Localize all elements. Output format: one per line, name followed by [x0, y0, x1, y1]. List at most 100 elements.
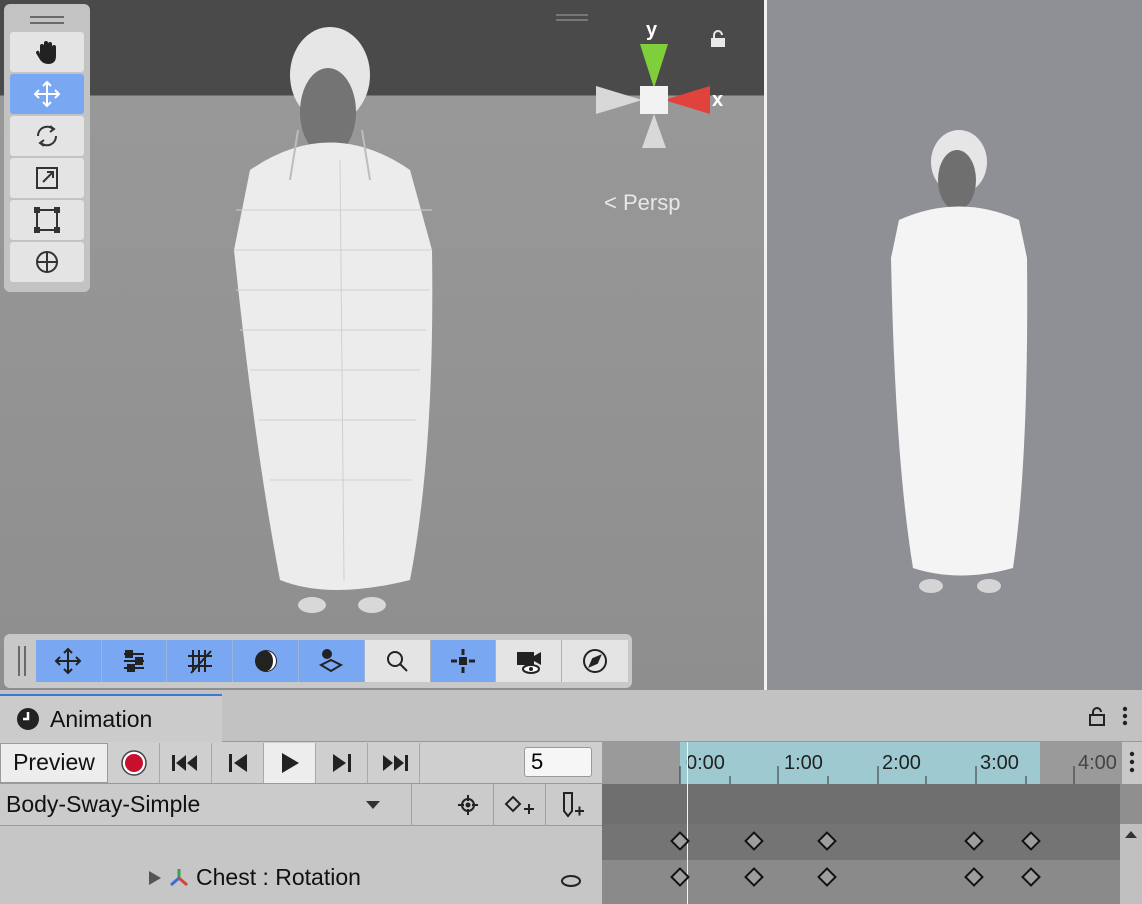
gizmo-x-cone[interactable] — [664, 86, 710, 114]
overlay-grip[interactable] — [8, 641, 36, 681]
curve-toggle-icon[interactable] — [560, 874, 582, 888]
frame-input[interactable]: 5 — [524, 747, 592, 777]
transform-tool-button[interactable] — [10, 242, 84, 282]
gizmo-neg-y-cone[interactable] — [642, 114, 666, 148]
preview-button[interactable]: Preview — [0, 742, 108, 783]
tab-tools — [1088, 706, 1128, 726]
clip-row: Body-Sway-Simple — [0, 783, 602, 826]
gizmo-neg-x-cone[interactable] — [596, 86, 642, 114]
kebab-menu-icon[interactable] — [1122, 706, 1128, 726]
property-label: Chest : Rotation — [196, 864, 361, 890]
hand-tool-button[interactable] — [10, 32, 84, 72]
rotate-tool-button[interactable] — [10, 116, 84, 156]
hand-icon — [35, 41, 56, 64]
scale-icon — [36, 167, 58, 189]
add-event-button[interactable] — [546, 784, 598, 826]
scene-view[interactable]: y x < Persp — [0, 0, 764, 690]
property-list: Chest : Rotation — [0, 826, 602, 904]
last-keyframe-button[interactable] — [368, 742, 420, 783]
play-icon — [281, 752, 299, 773]
filter-by-selection-button[interactable] — [442, 783, 494, 826]
tab-bar: Animation — [0, 690, 1142, 742]
shading-icon — [254, 650, 277, 672]
ruler-label-0: 0:00 — [686, 752, 725, 774]
transform-axes-icon — [170, 868, 188, 886]
previous-keyframe-button[interactable] — [212, 742, 264, 783]
record-button[interactable] — [108, 742, 160, 783]
camera-icon — [516, 652, 541, 674]
timeline-menu[interactable] — [1122, 742, 1142, 784]
layers-overlay-button[interactable] — [299, 640, 365, 682]
gizmo-grip[interactable] — [556, 14, 588, 22]
scroll-up-icon[interactable] — [1120, 824, 1142, 844]
crosshair-icon — [457, 794, 478, 815]
move-icon — [54, 647, 82, 675]
ruler-label-3: 3:00 — [980, 752, 1019, 774]
rect-tool-button[interactable] — [10, 200, 84, 240]
ruler-label-2: 2:00 — [882, 752, 921, 774]
gizmo-x-label: x — [712, 89, 723, 111]
next-keyframe-button[interactable] — [316, 742, 368, 783]
tools-grip[interactable] — [10, 8, 84, 32]
gizmo-y-label: y — [646, 19, 658, 41]
layers-icon — [319, 649, 344, 673]
game-view[interactable] — [767, 0, 1142, 690]
tab-animation[interactable]: Animation — [0, 694, 222, 742]
move-overlay-button[interactable] — [35, 640, 102, 682]
move-tool-button[interactable] — [10, 74, 84, 114]
time-ruler[interactable]: 0:00 1:00 2:00 3:00 4:00 — [602, 742, 1142, 784]
animation-window: Animation Preview 5 Body-Sway-Simple Che… — [0, 690, 1142, 904]
search-overlay-button[interactable] — [364, 640, 431, 682]
lock-icon[interactable] — [1088, 706, 1106, 726]
pivot-overlay-button[interactable] — [430, 640, 497, 682]
ruler-ticks — [679, 766, 1075, 784]
play-button[interactable] — [264, 742, 316, 783]
move-icon — [33, 80, 61, 108]
gizmo-center-cube[interactable] — [640, 86, 668, 114]
projection-toggle[interactable]: < Persp — [604, 190, 680, 216]
game-character — [891, 130, 1028, 593]
add-keyframe-button[interactable] — [494, 783, 546, 826]
overlay-toolbar — [4, 634, 632, 688]
kebab-menu-icon — [1129, 751, 1135, 773]
ruler-label-1: 1:00 — [784, 752, 823, 774]
rect-icon — [34, 207, 60, 233]
transform-tools-panel — [4, 4, 90, 292]
settings-overlay-button[interactable] — [101, 640, 168, 682]
scene-character[interactable] — [220, 20, 450, 630]
orientation-gizmo[interactable]: y x — [588, 14, 728, 160]
scale-tool-button[interactable] — [10, 158, 84, 198]
sliders-icon — [124, 650, 145, 672]
expand-arrow-icon[interactable] — [148, 870, 162, 886]
rotate-icon — [36, 125, 58, 147]
clock-icon — [17, 708, 39, 730]
tab-title: Animation — [50, 705, 153, 732]
pivot-icon — [450, 649, 475, 673]
summary-track[interactable] — [602, 784, 1120, 824]
clip-name: Body-Sway-Simple — [6, 791, 201, 817]
dopesheet-timeline[interactable]: 0:00 1:00 2:00 3:00 4:00 — [602, 742, 1142, 904]
first-keyframe-button[interactable] — [160, 742, 212, 783]
navigation-overlay-button[interactable] — [562, 640, 628, 682]
add-event-icon — [563, 791, 584, 818]
skip-to-start-icon — [171, 754, 197, 771]
camera-overlay-button[interactable] — [496, 640, 563, 682]
shading-overlay-button[interactable] — [233, 640, 300, 682]
step-back-icon — [228, 753, 247, 772]
record-icon — [120, 749, 147, 776]
vertical-scrollbar[interactable] — [1120, 824, 1142, 904]
gizmo-y-cone[interactable] — [640, 44, 668, 88]
persp-label: Persp — [622, 190, 681, 215]
chevron-down-icon — [366, 800, 380, 809]
grid-overlay-button[interactable] — [167, 640, 234, 682]
ruler-label-4: 4:00 — [1078, 752, 1117, 774]
persp-arrow-icon: < — [604, 190, 617, 215]
skip-to-end-icon — [382, 754, 408, 771]
add-keyframe-icon — [504, 795, 534, 814]
search-icon — [387, 651, 408, 672]
clip-dropdown[interactable]: Body-Sway-Simple — [0, 783, 412, 826]
compass-icon — [583, 649, 608, 673]
transform-icon — [36, 251, 58, 273]
property-row-chest-rotation[interactable]: Chest : Rotation — [148, 864, 361, 891]
playback-controls: Preview 5 — [0, 742, 602, 784]
